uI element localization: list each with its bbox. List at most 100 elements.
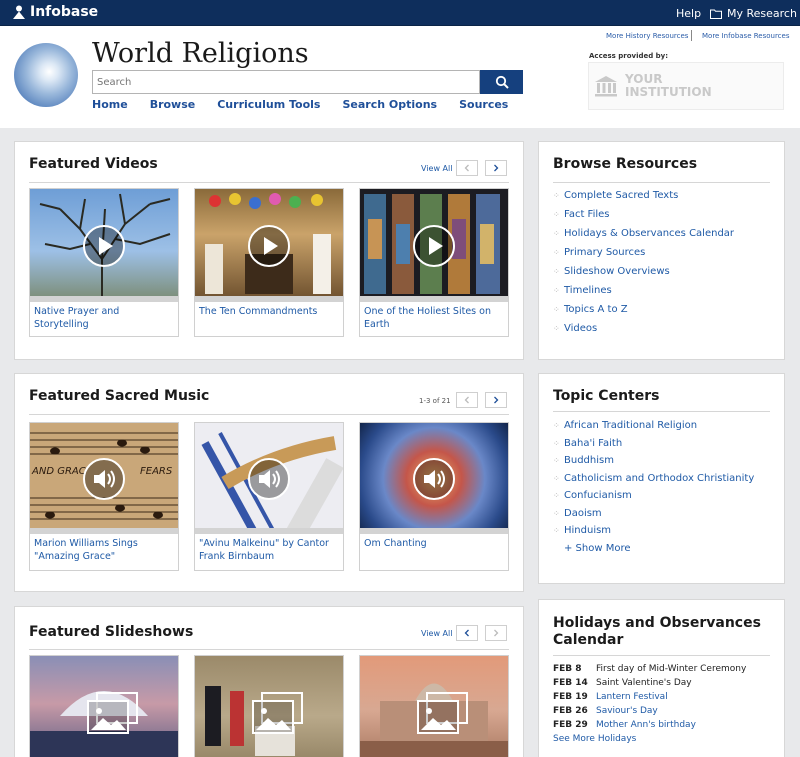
prev-button[interactable] xyxy=(456,625,478,641)
link-divider xyxy=(691,30,692,41)
divider xyxy=(553,182,770,183)
list-item: ⁘ Topics A to Z xyxy=(553,304,628,316)
view-all-slideshows-link[interactable]: View All xyxy=(421,629,452,638)
nav-sources[interactable]: Sources xyxy=(459,98,508,111)
video-tile[interactable]: One of the Holiest Sites on Earth xyxy=(359,188,509,337)
browse-link[interactable]: Videos xyxy=(564,323,597,335)
help-link[interactable]: Help xyxy=(676,7,701,20)
list-item: ⁘ Holidays & Observances Calendar xyxy=(553,228,735,240)
person-icon xyxy=(13,5,25,19)
holiday-row: FEB 26 Saviour's Day xyxy=(553,706,658,716)
play-button[interactable] xyxy=(413,224,455,267)
holiday-link[interactable]: Lantern Festival xyxy=(596,692,668,702)
more-history-link[interactable]: More History Resources xyxy=(606,32,688,40)
holiday-link[interactable]: Saviour's Day xyxy=(596,706,658,716)
holiday-row: FEB 8 First day of Mid-Winter Ceremony xyxy=(553,664,747,674)
chevron-right-icon xyxy=(494,629,499,637)
featured-videos-title: Featured Videos xyxy=(29,156,158,172)
prev-button[interactable] xyxy=(456,392,478,408)
music-tile[interactable]: AND GRAC FEARS Marion Williams Sings "Am… xyxy=(29,422,179,571)
more-infobase-link[interactable]: More Infobase Resources xyxy=(702,32,790,40)
list-item: ⁘ Slideshow Overviews xyxy=(553,266,670,278)
browse-link[interactable]: Complete Sacred Texts xyxy=(564,190,678,202)
list-item: ⁘ Confucianism xyxy=(553,490,632,502)
play-icon xyxy=(264,236,278,255)
pager-count: 1-3 of 21 xyxy=(419,397,451,405)
next-button[interactable] xyxy=(485,160,507,176)
holiday-name: Saint Valentine's Day xyxy=(596,678,692,688)
audio-button[interactable] xyxy=(413,457,455,500)
prev-button[interactable] xyxy=(456,160,478,176)
topic-link[interactable]: Buddhism xyxy=(564,455,614,467)
browse-resources-list: ⁘ Complete Sacred Texts ⁘ Fact Files ⁘ Holi… xyxy=(553,190,734,342)
video-title-link[interactable]: Native Prayer and Storytelling xyxy=(30,302,178,336)
my-research-link[interactable]: My Research xyxy=(710,7,797,20)
topic-link[interactable]: Confucianism xyxy=(564,490,632,502)
my-research-label: My Research xyxy=(727,7,797,20)
list-item: + Show More xyxy=(553,543,754,555)
chevron-right-icon xyxy=(494,164,499,172)
music-title-link[interactable]: Om Chanting xyxy=(360,534,508,570)
music-thumbnail xyxy=(195,423,343,534)
list-item: ⁘ Daoism xyxy=(553,507,602,520)
holiday-row: FEB 19 Lantern Festival xyxy=(553,692,668,702)
topic-link[interactable]: African Traditional Religion xyxy=(564,420,697,432)
music-tile[interactable]: "Avinu Malkeinu" by Cantor Frank Birnbau… xyxy=(194,422,344,571)
search-input[interactable] xyxy=(92,70,480,94)
topic-link[interactable]: Catholicism and Orthodox Christianity xyxy=(564,473,754,485)
chevron-left-icon xyxy=(464,629,469,637)
music-title-link[interactable]: Marion Williams Sings "Amazing Grace" xyxy=(30,534,178,570)
browse-link[interactable]: Holidays & Observances Calendar xyxy=(564,228,734,240)
site-title: World Religions xyxy=(92,38,309,69)
music-title-link[interactable]: "Avinu Malkeinu" by Cantor Frank Birnbau… xyxy=(195,534,343,570)
music-tile[interactable]: Om Chanting xyxy=(359,422,509,571)
list-item: ⁘ Buddhism xyxy=(553,455,614,467)
gallery-icon xyxy=(417,692,468,734)
infobase-logo[interactable]: Infobase xyxy=(12,4,98,20)
next-button[interactable] xyxy=(485,392,507,408)
gallery-icon xyxy=(87,692,138,734)
list-item: ⁘ Catholicism and Orthodox Christianity xyxy=(553,472,755,485)
search-bar xyxy=(92,70,523,94)
sheet-text: AND GRAC xyxy=(32,466,86,477)
audio-button[interactable] xyxy=(83,457,125,500)
browse-link[interactable]: Topics A to Z xyxy=(564,304,628,316)
search-button[interactable] xyxy=(480,70,523,94)
globe-logo xyxy=(14,43,78,107)
featured-music-card: Featured Sacred Music 1-3 of 21 AND GRAC… xyxy=(14,373,524,592)
topic-centers-title: Topic Centers xyxy=(553,388,660,404)
browse-resources-card: Browse Resources ⁘ Complete Sacred Texts … xyxy=(538,141,785,360)
list-item: ⁘ Primary Sources xyxy=(553,247,646,259)
browse-link[interactable]: Fact Files xyxy=(564,209,610,221)
nav-curriculum-tools[interactable]: Curriculum Tools xyxy=(217,98,320,111)
list-item: ⁘ Hinduism xyxy=(553,525,612,537)
see-more-holidays-link[interactable]: See More Holidays xyxy=(553,734,636,744)
browse-link[interactable]: Timelines xyxy=(564,285,612,297)
play-button[interactable] xyxy=(83,224,125,267)
sheet-text: FEARS xyxy=(140,466,173,477)
nav-browse[interactable]: Browse xyxy=(150,98,196,111)
topic-link[interactable]: Hinduism xyxy=(564,525,611,537)
show-more-button[interactable]: + Show More xyxy=(564,543,631,555)
divider xyxy=(29,414,509,415)
browse-link[interactable]: Primary Sources xyxy=(564,247,645,259)
view-all-videos-link[interactable]: View All xyxy=(421,164,452,173)
video-tile[interactable]: Native Prayer and Storytelling xyxy=(29,188,179,337)
video-title-link[interactable]: The Ten Commandments xyxy=(195,302,343,336)
nav-home[interactable]: Home xyxy=(92,98,128,111)
music-thumbnail xyxy=(360,423,508,534)
video-title-link[interactable]: One of the Holiest Sites on Earth xyxy=(360,302,508,336)
topic-link[interactable]: Baha'i Faith xyxy=(564,438,622,450)
holiday-link[interactable]: Mother Ann's birthday xyxy=(596,720,696,730)
topic-centers-card: Topic Centers ⁘ African Traditional Relig… xyxy=(538,373,785,584)
video-tile[interactable]: The Ten Commandments xyxy=(194,188,344,337)
play-button[interactable] xyxy=(248,224,290,267)
holiday-row: FEB 29 Mother Ann's birthday xyxy=(553,720,696,730)
browse-link[interactable]: Slideshow Overviews xyxy=(564,266,670,278)
topic-link[interactable]: Daoism xyxy=(564,508,602,520)
nav-search-options[interactable]: Search Options xyxy=(342,98,437,111)
next-button[interactable] xyxy=(485,625,507,641)
chevron-left-icon xyxy=(464,396,469,404)
featured-music-title: Featured Sacred Music xyxy=(29,388,210,404)
audio-button[interactable] xyxy=(248,457,290,500)
